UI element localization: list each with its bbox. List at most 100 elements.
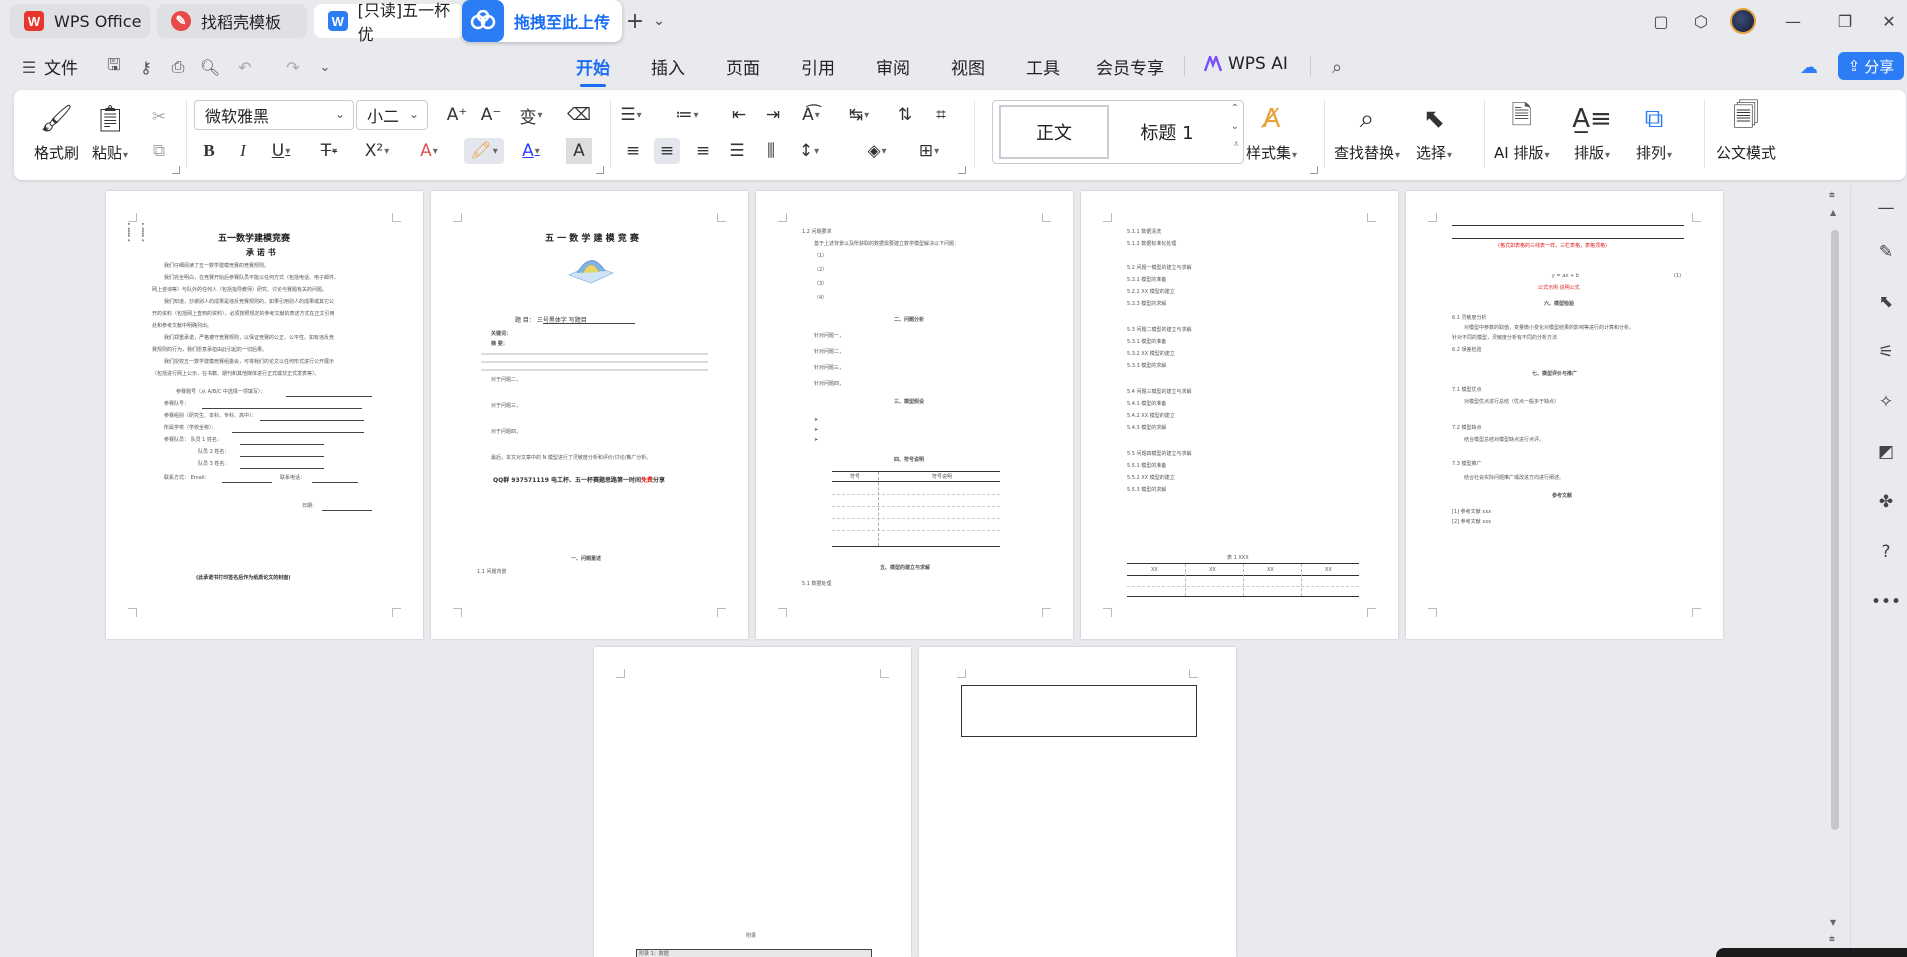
pointer-icon[interactable]: ⬉: [1874, 290, 1898, 314]
tab-home[interactable]: 开始: [576, 54, 610, 87]
character-shading-icon[interactable]: A: [566, 138, 592, 164]
file-menu[interactable]: 文件: [44, 54, 78, 79]
scrollbar-thumb[interactable]: [1831, 230, 1839, 830]
font-name-select[interactable]: 微软雅黑 ⌄: [194, 100, 354, 130]
ai-layout-button[interactable]: 🗎︎ AI 排版▾: [1494, 101, 1550, 163]
scroll-split-icon[interactable]: ⩧: [1829, 190, 1835, 201]
clipboard-group-expander[interactable]: [172, 166, 180, 174]
vertical-scrollbar[interactable]: ⩧ ▲ ▼ ⩧: [1826, 186, 1844, 952]
copy-icon[interactable]: ⧉: [146, 138, 172, 164]
style-normal-button[interactable]: 正文: [999, 105, 1109, 159]
font-group-expander[interactable]: [596, 166, 604, 174]
bold-icon[interactable]: B: [196, 138, 222, 164]
new-tab-button[interactable]: +: [624, 9, 646, 34]
page-thumbnail-6[interactable]: 附录 附录 1：数据: [594, 647, 911, 957]
italic-icon[interactable]: I: [230, 138, 256, 164]
decrease-indent-icon[interactable]: ⇤: [726, 102, 752, 128]
search-icon[interactable]: ⌕: [1326, 56, 1348, 78]
line-spacing-icon[interactable]: ↕ ▾: [796, 138, 822, 164]
shading-fill-icon[interactable]: ◈ ▾: [864, 138, 890, 164]
paragraph-group-expander[interactable]: [958, 166, 966, 174]
tab-member[interactable]: 会员专享: [1096, 54, 1164, 79]
quick-access-dropdown-icon[interactable]: ⌄: [314, 56, 336, 78]
strikethrough-icon[interactable]: T ▾: [316, 138, 342, 164]
sliders-icon[interactable]: ⚟: [1874, 340, 1898, 364]
page-thumbnail-1[interactable]: 五一数学建模竞赛 承 诺 书 我们仔细阅读了五一数学建模竞赛的竞赛规则。 我们完…: [106, 191, 423, 639]
restore-icon[interactable]: ❐: [1834, 10, 1856, 32]
print-preview-icon[interactable]: 🔍︎: [199, 56, 221, 78]
tab-wps-ai[interactable]: WPS AI: [1204, 54, 1288, 74]
increase-font-size-icon[interactable]: A⁺: [444, 102, 470, 128]
format-painter-button[interactable]: 🖌︎ 格式刷: [34, 102, 79, 163]
text-effect-icon[interactable]: A ▾: [416, 138, 442, 164]
avatar[interactable]: [1730, 8, 1756, 34]
cube-icon[interactable]: ⬡: [1690, 10, 1712, 32]
show-marks-icon[interactable]: ⌗: [928, 102, 954, 128]
minimize-icon[interactable]: —: [1782, 10, 1804, 32]
find-replace-button[interactable]: ⌕ 查找替换▾: [1334, 102, 1400, 163]
drag-handle-icon[interactable]: ⋮⋮ ⋮⋮: [122, 222, 150, 243]
distributed-align-icon[interactable]: ⫼: [758, 138, 784, 164]
gallery-scroll-up-icon[interactable]: ⌃: [1231, 103, 1239, 114]
magic-wand-icon[interactable]: ✧: [1874, 390, 1898, 414]
official-mode-button[interactable]: 🗐︎ 公文模式: [1716, 101, 1776, 163]
help-icon[interactable]: ?: [1874, 540, 1898, 564]
borders-icon[interactable]: ⊞ ▾: [916, 138, 942, 164]
chart-check-icon[interactable]: ◩: [1874, 440, 1898, 464]
page-thumbnail-3[interactable]: 1.2 问题要求 基于上述背景以及所获取的数据需要建立数学模型解决以下问题： （…: [756, 191, 1073, 639]
close-icon[interactable]: ✕: [1878, 10, 1900, 32]
share-button[interactable]: ⇪ 分享: [1838, 52, 1904, 80]
underline-icon[interactable]: U ▾: [268, 138, 294, 164]
style-set-button[interactable]: A̸ 样式集▾: [1246, 102, 1297, 163]
page-thumbnail-7[interactable]: [919, 647, 1236, 957]
cut-icon[interactable]: ✂: [146, 104, 172, 130]
print-icon[interactable]: ⎙: [167, 56, 189, 78]
scroll-up-arrow-icon[interactable]: ▲: [1830, 208, 1836, 217]
highlight-icon[interactable]: 🖍︎ ▾: [464, 138, 504, 164]
scroll-bottom-icon[interactable]: ⩧: [1829, 934, 1835, 945]
collapse-icon[interactable]: —: [1874, 196, 1898, 220]
superscript-icon[interactable]: X² ▾: [364, 138, 390, 164]
tab-document[interactable]: W [只读]五一杯优: [314, 1, 464, 44]
cloud-sync-icon[interactable]: ☁: [1798, 56, 1820, 78]
save-icon[interactable]: 🖫: [103, 55, 125, 78]
redo-icon[interactable]: ↷: [282, 56, 304, 78]
font-color-icon[interactable]: A ▾: [518, 138, 544, 164]
pen-edit-icon[interactable]: ✎: [1874, 240, 1898, 264]
scroll-down-arrow-icon[interactable]: ▼: [1830, 918, 1836, 927]
hamburger-menu-icon[interactable]: ☰: [18, 56, 40, 78]
page-thumbnail-4[interactable]: 5.1.1 数据清洗 5.1.2 数据标准化处理 5.2 问题一模型的建立与求解…: [1081, 191, 1398, 639]
tab-view[interactable]: 视图: [951, 54, 985, 79]
decrease-font-size-icon[interactable]: A⁻: [478, 102, 504, 128]
select-button[interactable]: ⬉ 选择▾: [1416, 102, 1452, 163]
increase-indent-icon[interactable]: ⇥: [760, 102, 786, 128]
empty-text-box[interactable]: [961, 685, 1197, 737]
text-direction-icon[interactable]: A͡ ▾: [798, 102, 824, 128]
more-icon[interactable]: •••: [1871, 590, 1901, 614]
line-break-icon[interactable]: ↹ ▾: [846, 102, 872, 128]
font-size-select[interactable]: 小二 ⌄: [356, 100, 428, 130]
tab-docer-templates[interactable]: ✎ 找稻壳模板: [157, 4, 307, 38]
styles-group-expander[interactable]: [1310, 166, 1318, 174]
page-thumbnail-2[interactable]: 五 一 数 学 建 模 竞 赛 题 目： 三号黑体字 写题目 关键词： 摘 要：…: [431, 191, 748, 639]
justify-icon[interactable]: ☰: [724, 138, 750, 164]
tab-wps-office[interactable]: W WPS Office: [10, 4, 150, 38]
arrange-button[interactable]: ⧉ 排列▾: [1636, 102, 1672, 163]
tab-review[interactable]: 审阅: [876, 54, 910, 79]
sort-icon[interactable]: ⇅: [892, 102, 918, 128]
puzzle-icon[interactable]: ✤: [1874, 490, 1898, 514]
tab-insert[interactable]: 插入: [651, 54, 685, 79]
gallery-scroll-down-icon[interactable]: ⌄: [1231, 121, 1239, 132]
paste-button[interactable]: 📋︎ 粘贴▾: [92, 102, 128, 163]
align-right-icon[interactable]: ≡: [690, 138, 716, 164]
align-center-icon[interactable]: ≡: [654, 138, 680, 164]
clear-formatting-icon[interactable]: ⌫: [566, 102, 592, 128]
numbered-list-icon[interactable]: ≔ ▾: [674, 102, 700, 128]
window-layout-icon[interactable]: ▢: [1650, 10, 1672, 32]
layout-button[interactable]: A̲≡ 排版▾: [1572, 102, 1612, 163]
style-heading1-button[interactable]: 标题 1: [1117, 105, 1217, 159]
page-thumbnail-5[interactable]: (格式如表格的三线表一样，三栏表格，表格顶格) y = ax + b (1) 公…: [1406, 191, 1723, 639]
tab-list-chevron-icon[interactable]: ⌄: [648, 10, 670, 32]
tab-tools[interactable]: 工具: [1026, 54, 1060, 79]
bullet-list-icon[interactable]: ☰ ▾: [618, 102, 644, 128]
